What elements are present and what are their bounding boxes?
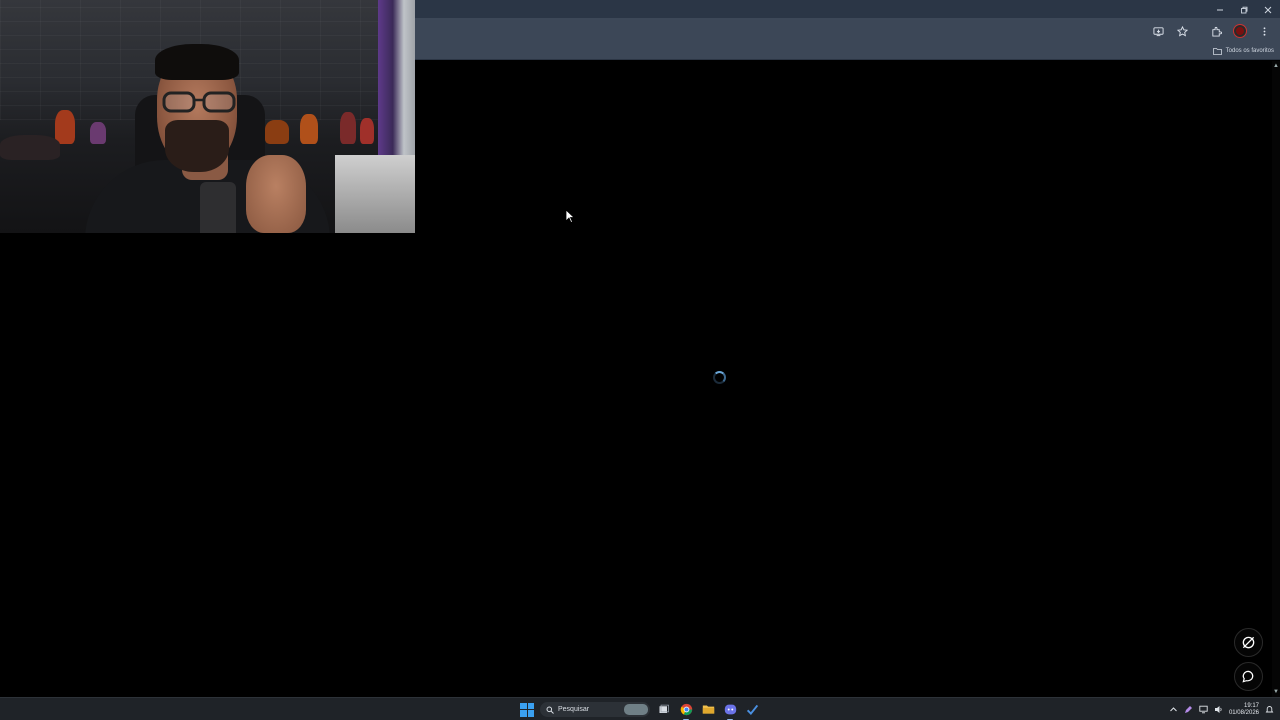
- person-hand: [246, 155, 306, 233]
- notification-bell-icon[interactable]: [1265, 705, 1274, 714]
- system-clock[interactable]: 19:17 01/08/2026: [1229, 703, 1259, 717]
- restore-icon[interactable]: [1232, 0, 1256, 20]
- volume-icon[interactable]: [1214, 705, 1223, 714]
- all-bookmarks-label: Todos os favoritos: [1225, 48, 1274, 54]
- profile-avatar[interactable]: [1230, 21, 1250, 41]
- profile-avatar-image: [1234, 25, 1246, 37]
- taskbar: Pesquisar 19:17 01/08/2026: [0, 697, 1280, 720]
- close-icon[interactable]: [1256, 0, 1280, 20]
- clock-time: 19:17: [1243, 702, 1259, 709]
- person-hair: [155, 44, 239, 80]
- display-icon[interactable]: [1199, 705, 1208, 714]
- scroll-up-arrow-icon[interactable]: ▲: [1273, 63, 1279, 69]
- person-beard: [165, 120, 229, 172]
- no-sync-button[interactable]: [1234, 628, 1263, 657]
- folder-icon: [1212, 48, 1222, 55]
- loading-spinner: [713, 371, 726, 384]
- microphone: [200, 182, 236, 233]
- chat-bubble-icon: [1242, 670, 1254, 683]
- minimize-icon[interactable]: [1208, 0, 1232, 20]
- all-bookmarks-button[interactable]: Todos os favoritos: [1212, 44, 1274, 58]
- taskbar-center: Pesquisar: [520, 698, 760, 720]
- task-view-icon[interactable]: [656, 702, 672, 718]
- system-tray: 19:17 01/08/2026: [1169, 698, 1274, 720]
- chrome-icon[interactable]: [678, 702, 694, 720]
- webcam-overlay: [0, 0, 415, 233]
- scrollbar[interactable]: ▲ ▼: [1272, 61, 1280, 697]
- discord-icon[interactable]: [722, 702, 738, 720]
- tick-app-icon[interactable]: [744, 702, 760, 718]
- desk: [335, 155, 415, 233]
- clock-date: 01/08/2026: [1228, 709, 1259, 716]
- glasses: [162, 91, 236, 113]
- window-controls: [1208, 0, 1280, 20]
- search-icon: [546, 706, 554, 714]
- toolbar-actions: [1148, 20, 1274, 42]
- file-explorer-icon[interactable]: [700, 702, 716, 718]
- scroll-down-arrow-icon[interactable]: ▼: [1273, 689, 1279, 695]
- bookmark-star-icon[interactable]: [1172, 21, 1192, 41]
- install-app-icon[interactable]: [1148, 21, 1168, 41]
- chevron-up-icon[interactable]: [1169, 705, 1178, 714]
- taskbar-search[interactable]: Pesquisar: [540, 702, 650, 717]
- no-sync-icon: [1242, 636, 1255, 649]
- mouse-cursor: [565, 209, 575, 223]
- windows-start-icon[interactable]: [520, 702, 534, 717]
- pen-icon[interactable]: [1184, 705, 1193, 714]
- menu-kebab-icon[interactable]: [1254, 21, 1274, 41]
- search-placeholder: Pesquisar: [558, 706, 590, 713]
- extensions-icon[interactable]: [1206, 21, 1226, 41]
- chat-button[interactable]: [1234, 662, 1263, 691]
- search-highlight-image: [624, 704, 648, 715]
- screen: Todos os favoritos ▲ ▼ Pesquisar 19:17 0…: [0, 0, 1280, 720]
